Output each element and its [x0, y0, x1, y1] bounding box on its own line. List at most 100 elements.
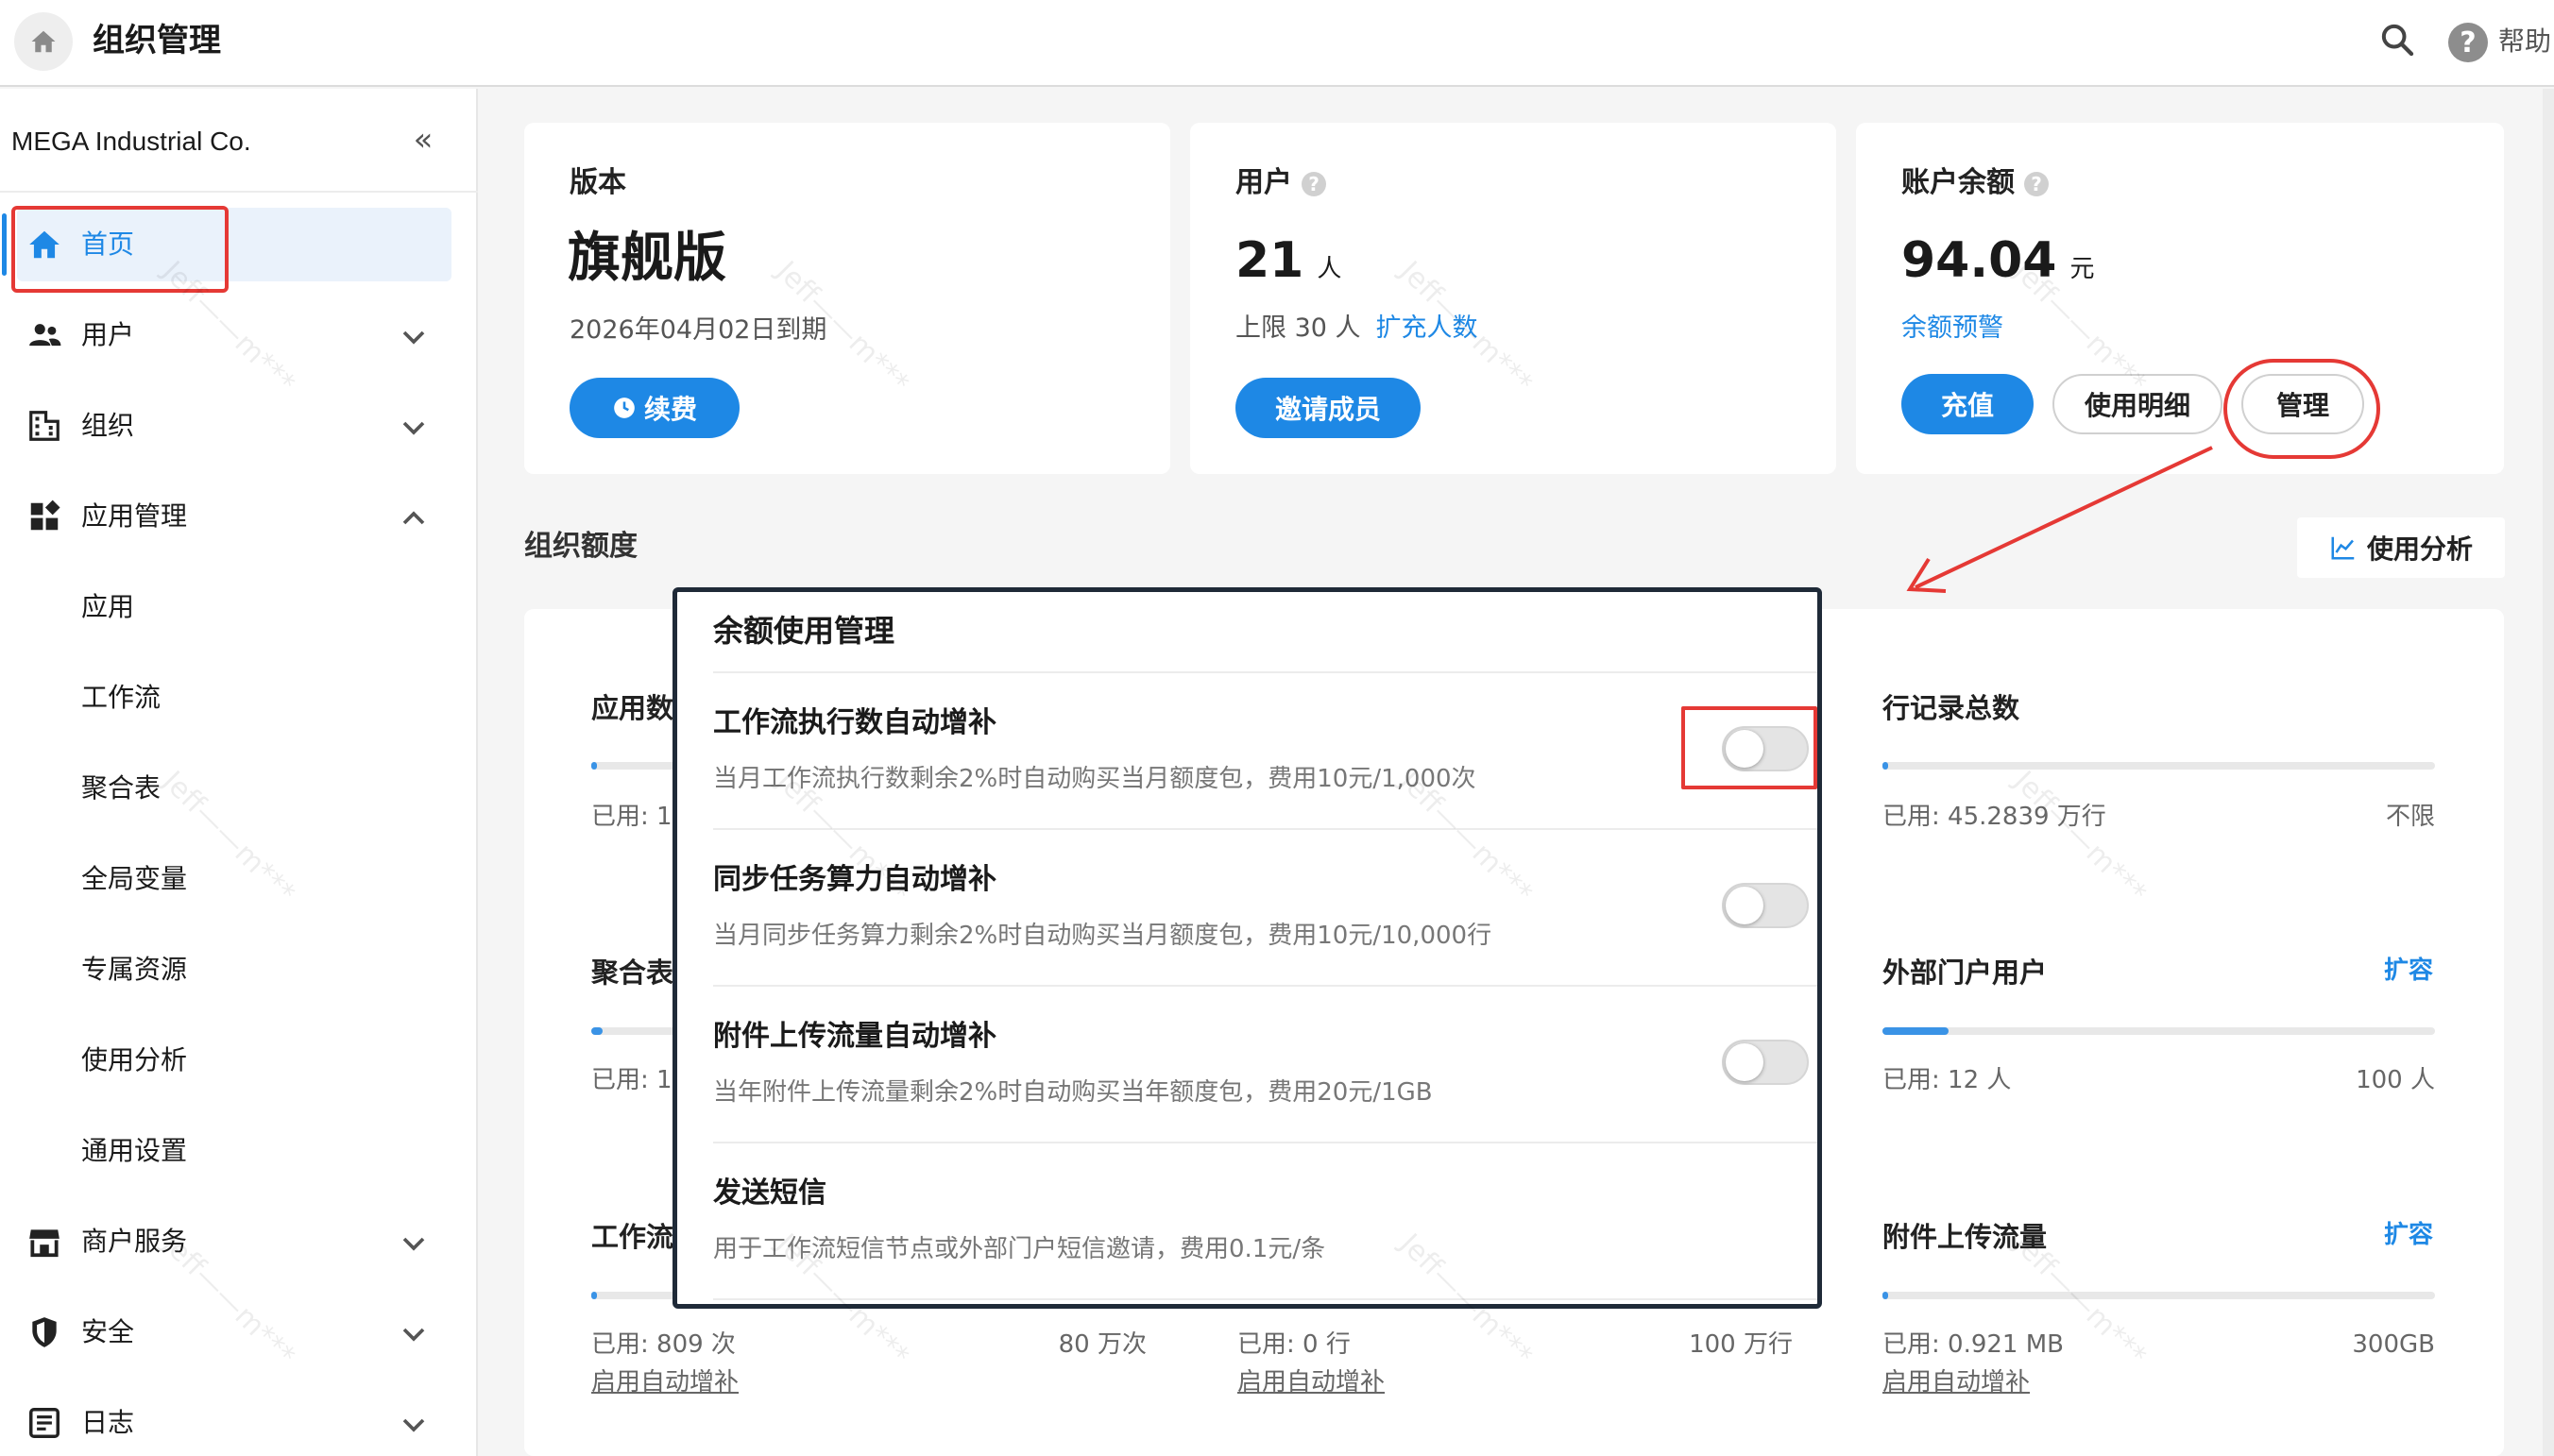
quota-attachment-limit: 300GB [2352, 1330, 2435, 1359]
modal-row-title: 工作流执行数自动增补 [713, 706, 996, 739]
top-header: 组织管理 ? 帮助 [0, 0, 2554, 87]
quota-portal-users-title: 外部门户用户 [1882, 957, 2048, 989]
modal-row-desc: 当月同步任务算力剩余2%时自动购买当月额度包，费用10元/10,000行 [713, 922, 1492, 950]
modal-row-desc: 当月工作流执行数剩余2%时自动购买当月额度包，费用10元/1,000次 [713, 765, 1476, 793]
annotation-highlight-home [11, 206, 229, 293]
shield-icon [32, 1317, 57, 1347]
sync-auto-topup-toggle[interactable] [1722, 883, 1809, 928]
annotation-highlight-toggle [1681, 706, 1817, 789]
usage-analysis-label: 使用分析 [2366, 533, 2473, 565]
quota-workflow-fill [591, 1292, 597, 1299]
widgets-icon [30, 499, 60, 531]
quota-attachment-fill [1882, 1292, 1888, 1299]
sidebar-subitem-general-settings[interactable]: 通用设置 [81, 1129, 187, 1173]
quota-portal-users-expand-link[interactable]: 扩容 [2384, 952, 2433, 990]
modal-divider [713, 985, 1817, 987]
quota-row-records-used: 已用: 45.2839 万行 [1882, 803, 2106, 831]
help-label[interactable]: 帮助 [2498, 21, 2551, 62]
balance-card-title: 账户余额 [1901, 166, 2015, 199]
modal-divider [713, 828, 1817, 830]
sidebar-item-users[interactable]: 用户 [0, 298, 478, 374]
quota-attachment-auto-link[interactable]: 启用自动增补 [1882, 1363, 2030, 1401]
sidebar-subitem-apps[interactable]: 应用 [81, 585, 134, 629]
sidebar-item-logs[interactable]: 日志 [0, 1386, 478, 1456]
user-count: 21 [1235, 232, 1304, 289]
chevron-up-icon [402, 511, 425, 525]
quota-sync-limit: 100 万行 [1689, 1330, 1793, 1359]
quota-row-records-limit: 不限 [2385, 803, 2435, 831]
user-limit: 上限 30 人 [1235, 313, 1361, 343]
modal-row-desc: 用于工作流短信节点或外部门户短信邀请，费用0.1元/条 [713, 1235, 1326, 1263]
search-icon[interactable] [2378, 21, 2416, 59]
quota-attachment-expand-link[interactable]: 扩容 [2384, 1216, 2433, 1254]
users-icon [29, 324, 61, 347]
sidebar-item-security[interactable]: 安全 [0, 1295, 478, 1371]
usage-analysis-button[interactable]: 使用分析 [2297, 517, 2505, 578]
renew-button[interactable]: 续费 [570, 378, 740, 438]
chevron-down-icon [402, 421, 425, 435]
balance-amount-row: 94.04 元 [1901, 225, 2095, 305]
quota-workflow-title: 工作流 [591, 1221, 674, 1253]
sidebar-subitem-aggregate-table[interactable]: 聚合表 [81, 767, 161, 810]
help-icon[interactable]: ? [2448, 23, 2488, 62]
sidebar-item-app-management[interactable]: 应用管理 [0, 480, 478, 555]
collapse-sidebar-icon[interactable]: « [404, 119, 442, 161]
quota-app-count-fill [591, 762, 597, 770]
quota-workflow-limit: 80 万次 [1058, 1330, 1147, 1359]
invite-members-button[interactable]: 邀请成员 [1235, 378, 1421, 438]
sidebar-subitem-workflow[interactable]: 工作流 [81, 676, 161, 720]
quota-row-records-fill [1882, 762, 1888, 770]
sidebar-item-organization[interactable]: 组织 [0, 389, 478, 465]
quota-attachment-bar [1882, 1292, 2435, 1299]
sidebar-item-merchant-services[interactable]: 商户服务 [0, 1205, 478, 1280]
help-question-icon[interactable]: ? [2024, 171, 2049, 196]
modal-divider [713, 1142, 1817, 1143]
attachment-auto-topup-toggle[interactable] [1722, 1040, 1809, 1085]
renew-label: 续费 [643, 394, 697, 425]
users-card: 用户? 21 人 上限 30 人扩充人数 邀请成员 [1190, 123, 1836, 474]
page-scrollbar[interactable] [2543, 89, 2554, 1456]
balance-unit: 元 [2069, 255, 2095, 283]
modal-title: 余额使用管理 [713, 613, 895, 649]
quota-aggregate-fill [591, 1027, 603, 1035]
sidebar-item-label: 应用管理 [81, 500, 188, 532]
version-card-title: 版本 [570, 166, 626, 199]
sidebar-subitem-global-variables[interactable]: 全局变量 [81, 857, 187, 901]
modal-divider [713, 671, 1817, 673]
version-value: 旗舰版 [568, 228, 726, 289]
balance-card-title-row: 账户余额? [1901, 162, 2049, 204]
toggle-knob [1726, 887, 1763, 924]
line-chart-icon [2331, 536, 2355, 560]
building-icon [29, 411, 60, 441]
annotation-arrow [1906, 446, 2213, 593]
users-card-title: 用户 [1235, 166, 1292, 199]
quota-portal-users-limit: 100 人 [2356, 1066, 2435, 1094]
home-icon [31, 30, 56, 53]
quota-portal-users-bar [1882, 1027, 2435, 1035]
chevron-down-icon [402, 1328, 425, 1342]
user-count-unit: 人 [1317, 255, 1342, 283]
user-limit-row: 上限 30 人扩充人数 [1235, 310, 1478, 347]
quota-sync-auto-link[interactable]: 启用自动增补 [1237, 1363, 1385, 1401]
sidebar-subitem-dedicated-resources[interactable]: 专属资源 [81, 948, 187, 991]
home-button[interactable] [14, 12, 73, 71]
quota-sync-used: 已用: 0 行 [1237, 1330, 1351, 1359]
toggle-knob [1726, 1043, 1763, 1081]
balance-usage-modal: 余额使用管理 工作流执行数自动增补 当月工作流执行数剩余2%时自动购买当月额度包… [673, 587, 1822, 1309]
sidebar-item-label: 日志 [81, 1407, 135, 1438]
version-card: 版本 旗舰版 2026年04月02日到期 续费 [524, 123, 1170, 474]
quota-row-records-title: 行记录总数 [1882, 692, 2020, 724]
balance-amount: 94.04 [1901, 232, 2057, 289]
quota-workflow-auto-link[interactable]: 启用自动增补 [591, 1363, 739, 1401]
sidebar-item-label: 用户 [81, 319, 135, 350]
sidebar-subitem-usage-analysis[interactable]: 使用分析 [81, 1039, 187, 1082]
modal-row-desc: 当年附件上传流量剩余2%时自动购买当年额度包，费用20元/1GB [713, 1078, 1433, 1107]
modal-divider [713, 1298, 1817, 1300]
quota-attachment-used: 已用: 0.921 MB [1882, 1330, 2064, 1359]
help-question-icon[interactable]: ? [1302, 171, 1326, 196]
balance-card: 账户余额? 94.04 元 余额预警 充值 使用明细 管理 [1856, 123, 2504, 474]
balance-alert-link[interactable]: 余额预警 [1901, 310, 2003, 347]
expand-users-link[interactable]: 扩充人数 [1376, 313, 1478, 343]
store-icon [29, 1229, 60, 1258]
quota-portal-users-used: 已用: 12 人 [1882, 1066, 2012, 1094]
